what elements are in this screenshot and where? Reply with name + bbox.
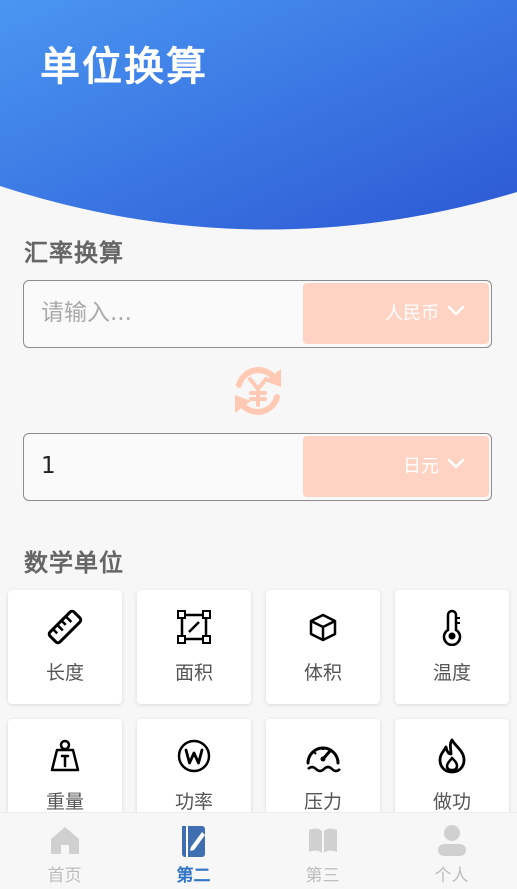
tab-third[interactable]: 第三 xyxy=(258,813,387,889)
gauge-icon xyxy=(306,746,341,773)
tab-label: 首页 xyxy=(47,866,82,886)
unit-tile-label: 压力 xyxy=(303,791,342,813)
page-title: 单位换算 xyxy=(40,43,208,90)
tab-second[interactable]: 第二 xyxy=(129,813,258,889)
exchange-section-title: 汇率换算 xyxy=(24,238,124,267)
unit-tile-label: 温度 xyxy=(432,662,471,684)
cube-icon xyxy=(309,613,337,642)
area-icon xyxy=(177,610,211,644)
user-icon xyxy=(438,825,466,856)
from-currency-label: 人民币 xyxy=(385,303,439,324)
from-currency-select[interactable]: 人民币 xyxy=(303,283,489,344)
unit-tile-label: 面积 xyxy=(174,662,213,684)
home-icon xyxy=(51,827,79,854)
unit-tile-temperature[interactable]: 温度 xyxy=(395,590,509,704)
math-section-title: 数学单位 xyxy=(24,548,124,577)
tab-label: 第二 xyxy=(176,866,211,886)
thermometer-icon xyxy=(442,609,462,646)
tab-label: 个人 xyxy=(434,866,469,886)
to-currency-label: 日元 xyxy=(403,456,439,477)
bottom-tab-bar: 首页 第二 第三 个人 xyxy=(0,812,517,889)
unit-tile-length[interactable]: 长度 xyxy=(8,590,122,704)
unit-tile-label: 做功 xyxy=(432,791,471,813)
tab-label: 第三 xyxy=(305,866,340,886)
to-currency-select[interactable]: 日元 xyxy=(303,436,489,497)
ruler-icon xyxy=(47,609,83,645)
unit-tile-label: 重量 xyxy=(45,791,84,813)
unit-tile-area[interactable]: 面积 xyxy=(137,590,251,704)
from-amount-input[interactable]: 请输入... xyxy=(41,281,132,346)
header: 单位换算 xyxy=(0,0,517,240)
chevron-down-icon xyxy=(447,458,465,469)
to-amount-input[interactable]: 1 xyxy=(41,434,56,499)
chevron-down-icon xyxy=(447,305,465,316)
weight-icon xyxy=(50,739,80,772)
unit-tile-volume[interactable]: 体积 xyxy=(266,590,380,704)
swap-currency-icon[interactable] xyxy=(229,363,287,419)
unit-tile-label: 长度 xyxy=(45,662,84,684)
flame-icon xyxy=(438,738,466,774)
tab-home[interactable]: 首页 xyxy=(0,813,129,889)
to-amount-field[interactable]: 1 日元 xyxy=(23,433,492,501)
power-icon xyxy=(177,739,211,773)
unit-tile-label: 功率 xyxy=(174,791,213,813)
book-icon xyxy=(309,828,337,853)
from-amount-field[interactable]: 请输入... 人民币 xyxy=(23,280,492,348)
edit-book-icon xyxy=(182,826,205,857)
tab-profile[interactable]: 个人 xyxy=(387,813,516,889)
unit-tile-label: 体积 xyxy=(303,662,342,684)
